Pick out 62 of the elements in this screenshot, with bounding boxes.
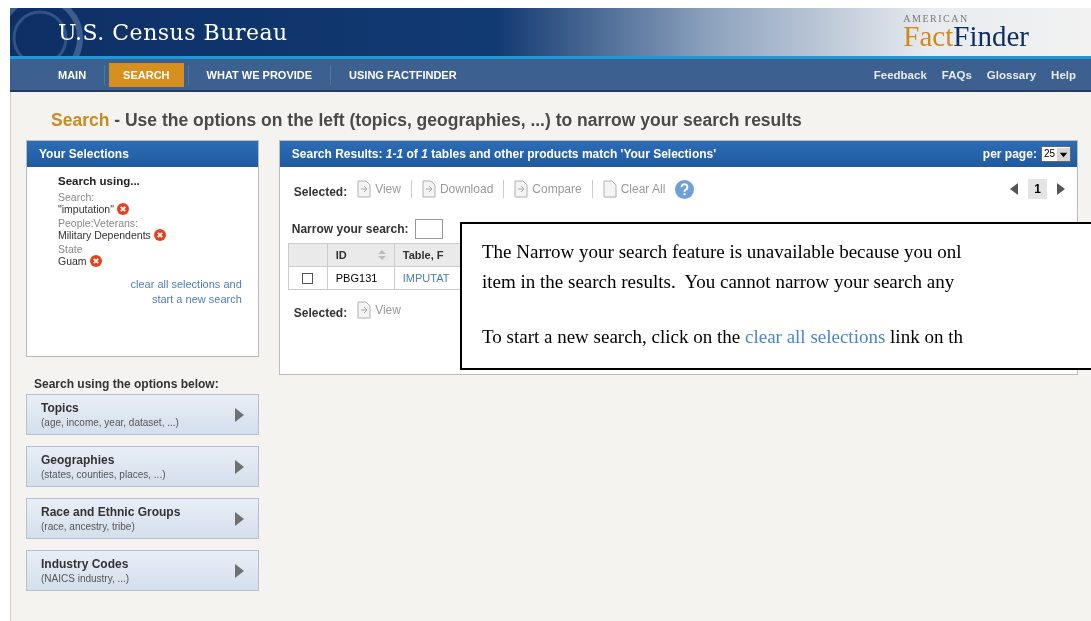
table-cell: PBG131 <box>335 272 378 284</box>
help-icon[interactable] <box>675 179 695 199</box>
results-title: Search Results: 1-1 of 1 tables and other products match 'Your Selections' <box>291 146 717 163</box>
clear-selections-link[interactable]: clear all selections <box>745 326 886 347</box>
expand-arrow-icon <box>234 407 244 422</box>
nav-tab[interactable]: MAIN <box>44 62 101 87</box>
narrow-search-field[interactable] <box>414 219 443 239</box>
option-button[interactable]: Industry Codes (NAICS industry, ...) <box>26 550 259 591</box>
expand-arrow-icon <box>234 459 244 474</box>
previous-page-icon[interactable] <box>1010 183 1019 195</box>
remove-icon[interactable] <box>89 255 102 267</box>
popup-text: item in the search results. You cannot narrow your search any <box>482 270 956 294</box>
option-button[interactable]: Geographies (states, counties, places, ...) <box>26 446 259 487</box>
document-icon <box>602 180 617 198</box>
remove-icon[interactable] <box>116 203 129 215</box>
per-page-label: per page: <box>982 146 1037 163</box>
options-title: Search using the options below: <box>34 377 220 391</box>
popup-text: To start a new search, click on the clear all selections link on th <box>482 325 964 349</box>
agency-title: U.S. Census Bureau <box>58 19 288 45</box>
per-page-select[interactable]: 25 <box>1040 146 1071 162</box>
selection-value: "imputation" <box>58 203 114 215</box>
next-page-icon[interactable] <box>1057 183 1065 195</box>
table-link[interactable]: IMPUTAT <box>402 272 450 284</box>
nav-tab[interactable]: WHAT WE PROVIDE <box>192 62 327 87</box>
document-icon <box>357 301 372 319</box>
column-header[interactable]: Table, F <box>402 249 444 261</box>
popup-text: The Narrow your search feature is unavailable because you onl <box>482 240 963 264</box>
toolbar-action[interactable]: Compare <box>514 180 582 198</box>
factfinder-logo: AMERICAN FactFinder <box>903 13 1029 51</box>
page-heading: - Use the options on the left (topics, geographies, ...) to narrow your search results <box>114 110 802 130</box>
nav-link[interactable]: Glossary <box>986 68 1037 81</box>
toolbar-action[interactable]: Clear All <box>602 180 666 198</box>
document-icon <box>421 180 436 198</box>
document-icon <box>514 180 529 198</box>
selection-label: People:Veterans: <box>58 217 139 229</box>
column-header[interactable]: ID <box>335 249 347 261</box>
document-icon <box>357 180 372 198</box>
nav-link[interactable]: Help <box>1051 68 1076 81</box>
remove-icon[interactable] <box>153 229 166 241</box>
row-checkbox[interactable] <box>302 273 314 285</box>
nav-link[interactable]: FAQs <box>941 68 972 81</box>
toolbar-action[interactable]: Download <box>421 180 494 198</box>
page-number[interactable]: 1 <box>1028 179 1047 199</box>
expand-arrow-icon <box>234 511 244 526</box>
option-button[interactable]: Race and Ethnic Groups (race, ancestry, tribe) <box>26 498 259 539</box>
selected-label: Selected: <box>293 185 348 199</box>
narrow-search-label: Narrow your search: <box>291 222 409 236</box>
expand-arrow-icon <box>234 563 244 578</box>
toolbar-action[interactable]: View <box>357 180 401 198</box>
heading-lead: Search <box>51 110 110 130</box>
selected-label: Selected: <box>293 306 348 320</box>
selection-label: Search: <box>58 191 96 203</box>
nav-link[interactable]: Feedback <box>873 68 927 81</box>
selection-value: Military Dependents <box>58 229 151 241</box>
selection-value: Guam <box>58 255 87 267</box>
selections-subtitle: Search using... <box>58 175 141 187</box>
option-button[interactable]: Topics (age, income, year, dataset, ...) <box>26 394 259 435</box>
toolbar-action[interactable]: View <box>357 301 401 319</box>
selection-label: State <box>58 243 84 255</box>
nav-tab[interactable]: USING FACTFINDER <box>335 62 471 87</box>
panel-header: Your Selections <box>27 141 258 167</box>
clear-selections-link[interactable]: clear all selections and start a new search <box>106 277 242 307</box>
